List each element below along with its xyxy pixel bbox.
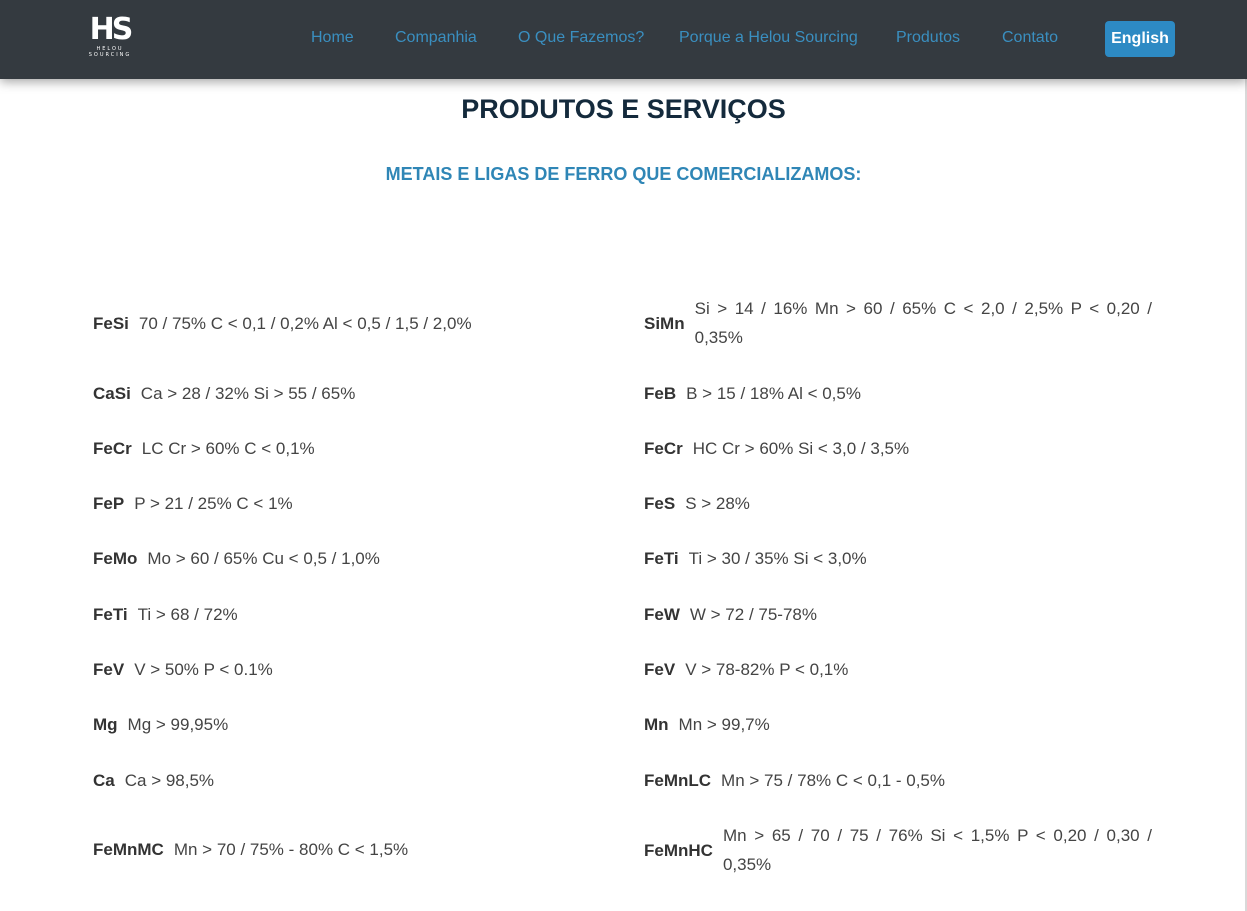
- product-item: FeMo Mo > 60 / 65% Cu < 0,5 / 1,0%: [93, 544, 603, 573]
- product-spec: Ti > 68 / 72%: [137, 605, 238, 624]
- brand-logo[interactable]: HS HELOU SOURCING: [78, 14, 142, 62]
- product-spec: Mn > 70 / 75% - 80% C < 1,5%: [173, 840, 409, 859]
- product-spec: Si > 14 / 16% Mn > 60 / 65% C < 2,0 / 2,…: [694, 299, 1152, 347]
- product-code: FeW: [644, 605, 680, 624]
- product-item: FeTi Ti > 68 / 72%: [93, 600, 603, 629]
- product-code: FeMnLC: [644, 771, 712, 790]
- product-spec: S > 28%: [685, 494, 750, 513]
- nav-porque-helou[interactable]: Porque a Helou Sourcing: [679, 28, 858, 48]
- product-spec: Mg > 99,95%: [127, 715, 229, 734]
- section-subtitle: METAIS E LIGAS DE FERRO QUE COMERCIALIZA…: [385, 164, 862, 184]
- product-spec: HC Cr > 60% Si < 3,0 / 3,5%: [692, 439, 910, 458]
- product-item: FeV V > 50% P < 0.1%: [93, 655, 603, 684]
- product-spec: Mn > 65 / 70 / 75 / 76% Si < 1,5% P < 0,…: [722, 826, 1152, 874]
- product-item: FeSi 70 / 75% C < 0,1 / 0,2% Al < 0,5 / …: [93, 309, 603, 338]
- product-code: Mg: [93, 715, 118, 734]
- product-item: FeMnHC Mn > 65 / 70 / 75 / 76% Si < 1,5%…: [644, 821, 1152, 879]
- product-code: Mn: [644, 715, 669, 734]
- product-spec: B > 15 / 18% Al < 0,5%: [686, 384, 861, 403]
- product-spec: V > 78-82% P < 0,1%: [685, 660, 849, 679]
- product-item: CaSi Ca > 28 / 32% Si > 55 / 65%: [93, 379, 603, 408]
- product-code: FeV: [93, 660, 125, 679]
- product-item: FeCr HC Cr > 60% Si < 3,0 / 3,5%: [644, 434, 1152, 463]
- nav-o-que-fazemos[interactable]: O Que Fazemos?: [518, 28, 644, 48]
- product-item: Mg Mg > 99,95%: [93, 710, 603, 739]
- nav-home[interactable]: Home: [311, 28, 354, 48]
- product-code: FeB: [644, 384, 677, 403]
- product-code: FeCr: [644, 439, 683, 458]
- logo-subtext: HELOU SOURCING: [88, 46, 132, 58]
- product-code: CaSi: [93, 384, 131, 403]
- product-spec: Mo > 60 / 65% Cu < 0,5 / 1,0%: [147, 549, 380, 568]
- product-code: FeCr: [93, 439, 132, 458]
- product-item: FeMnMC Mn > 70 / 75% - 80% C < 1,5%: [93, 835, 603, 864]
- product-code: FeMo: [93, 549, 138, 568]
- product-code: FeS: [644, 494, 676, 513]
- product-code: FeTi: [93, 605, 128, 624]
- product-item: FeS S > 28%: [644, 489, 1152, 518]
- product-code: FeMnMC: [93, 840, 164, 859]
- top-navbar: HS HELOU SOURCING Home Companhia O Que F…: [0, 0, 1247, 79]
- product-item: Mn Mn > 99,7%: [644, 710, 1152, 739]
- product-item: FeW W > 72 / 75-78%: [644, 600, 1152, 629]
- product-item: FeB B > 15 / 18% Al < 0,5%: [644, 379, 1152, 408]
- nav-contato[interactable]: Contato: [1002, 28, 1058, 48]
- language-button[interactable]: English: [1105, 21, 1175, 57]
- product-code: FeMnHC: [644, 840, 713, 860]
- product-spec: Ti > 30 / 35% Si < 3,0%: [688, 549, 867, 568]
- logo-mark: HS: [89, 12, 134, 47]
- product-item: FeTi Ti > 30 / 35% Si < 3,0%: [644, 544, 1152, 573]
- product-spec: LC Cr > 60% C < 0,1%: [141, 439, 315, 458]
- product-item: Ca Ca > 98,5%: [93, 766, 603, 795]
- page-title: PRODUTOS E SERVIÇOS: [461, 94, 786, 124]
- product-spec: V > 50% P < 0.1%: [134, 660, 273, 679]
- product-spec: Mn > 99,7%: [678, 715, 770, 734]
- product-item: FeMnLC Mn > 75 / 78% C < 0,1 - 0,5%: [644, 766, 1152, 795]
- product-code: FeP: [93, 494, 125, 513]
- product-item: SiMn Si > 14 / 16% Mn > 60 / 65% C < 2,0…: [644, 294, 1152, 352]
- product-code: SiMn: [644, 313, 685, 333]
- product-spec: Ca > 28 / 32% Si > 55 / 65%: [140, 384, 356, 403]
- product-spec: 70 / 75% C < 0,1 / 0,2% Al < 0,5 / 1,5 /…: [138, 314, 472, 333]
- product-item: FeP P > 21 / 25% C < 1%: [93, 489, 603, 518]
- nav-companhia[interactable]: Companhia: [395, 28, 477, 48]
- product-code: Ca: [93, 771, 115, 790]
- product-item: FeV V > 78-82% P < 0,1%: [644, 655, 1152, 684]
- product-item: FeCr LC Cr > 60% C < 0,1%: [93, 434, 603, 463]
- product-code: FeTi: [644, 549, 679, 568]
- product-code: FeSi: [93, 314, 129, 333]
- product-spec: W > 72 / 75-78%: [689, 605, 817, 624]
- product-spec: P > 21 / 25% C < 1%: [134, 494, 293, 513]
- nav-produtos[interactable]: Produtos: [896, 28, 960, 48]
- product-code: FeV: [644, 660, 676, 679]
- product-spec: Ca > 98,5%: [124, 771, 215, 790]
- product-spec: Mn > 75 / 78% C < 0,1 - 0,5%: [721, 771, 946, 790]
